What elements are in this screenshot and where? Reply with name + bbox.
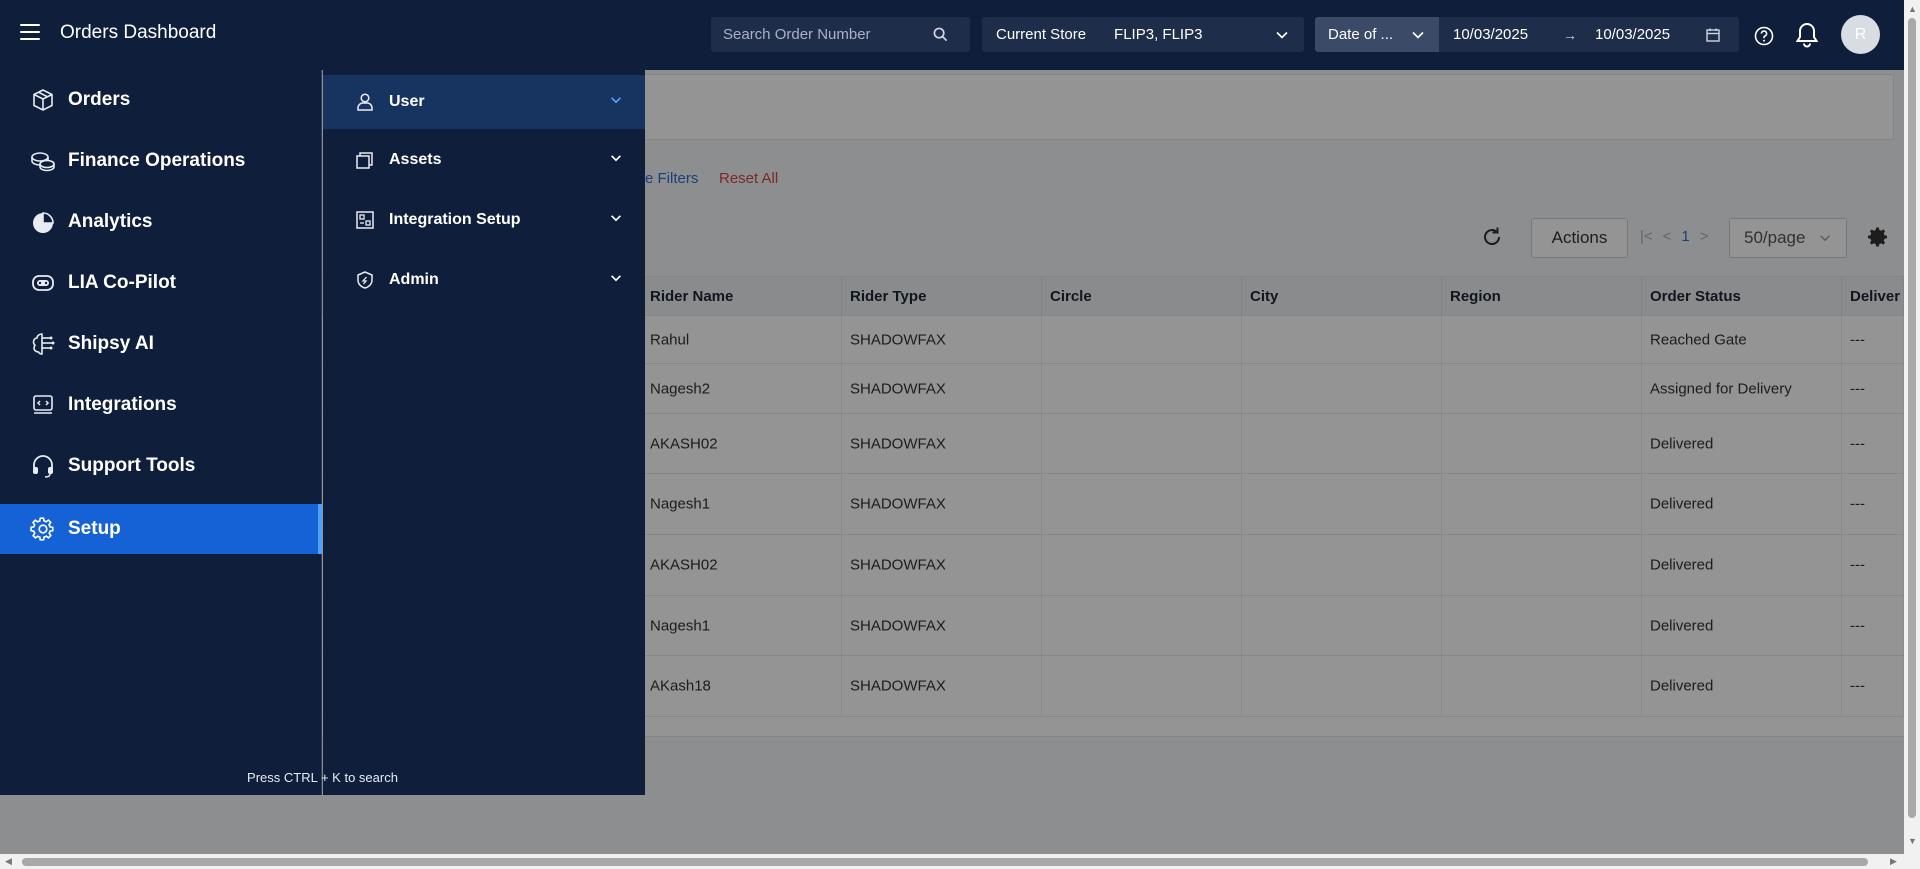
order-search[interactable] <box>711 17 970 52</box>
copilot-icon <box>30 270 56 296</box>
chevron-down-icon <box>1412 31 1424 39</box>
integrations-icon <box>30 392 56 418</box>
nav-item-integrations[interactable]: Integrations <box>0 380 322 430</box>
submenu-label: User <box>389 93 425 110</box>
submenu-item-integration-setup[interactable]: Integration Setup <box>323 193 645 247</box>
submenu-item-user[interactable]: User <box>323 75 645 129</box>
chevron-down-icon[interactable] <box>609 211 623 230</box>
date-from[interactable]: 10/03/2025 <box>1453 26 1563 43</box>
submenu-label: Assets <box>389 151 442 168</box>
date-type-selector[interactable]: Date of ... <box>1315 17 1439 52</box>
nav-item-setup[interactable]: Setup <box>0 504 322 554</box>
integration-setup-icon <box>353 208 377 232</box>
search-icon[interactable] <box>933 27 948 45</box>
coins-icon <box>30 148 56 174</box>
nav-item-lia-copilot[interactable]: LIA Co-Pilot <box>0 258 322 308</box>
user-avatar[interactable]: R <box>1841 15 1880 54</box>
scrollbar-thumb[interactable] <box>1908 18 1916 818</box>
submenu-item-admin[interactable]: Admin <box>323 253 645 307</box>
scroll-up-arrow-icon[interactable]: ▲ <box>1908 4 1917 14</box>
chevron-down-icon[interactable] <box>609 151 623 170</box>
nav-item-label: Integrations <box>68 394 177 415</box>
nav-item-shipsy-ai[interactable]: Shipsy AI <box>0 319 322 369</box>
side-navigation: Orders Finance Operations Analytics LIA … <box>0 70 322 795</box>
admin-shield-icon <box>353 268 377 292</box>
assets-icon <box>353 148 377 172</box>
headset-icon <box>30 453 56 479</box>
notification-bell-icon[interactable] <box>1795 22 1819 51</box>
nav-item-finance-operations[interactable]: Finance Operations <box>0 136 322 186</box>
search-input[interactable] <box>723 26 933 43</box>
vertical-scrollbar[interactable]: ▲ ▼ <box>1904 0 1920 869</box>
chevron-down-icon[interactable] <box>609 271 623 290</box>
nav-item-analytics[interactable]: Analytics <box>0 197 322 247</box>
nav-item-orders[interactable]: Orders <box>0 75 322 125</box>
store-value: FLIP3, FLIP3 <box>1114 26 1203 43</box>
keyboard-shortcut-hint: Press CTRL + K to search <box>247 770 398 785</box>
nav-item-label: Orders <box>68 89 131 110</box>
nav-item-label: LIA Co-Pilot <box>68 272 176 293</box>
nav-item-label: Analytics <box>68 211 153 232</box>
date-range-picker[interactable]: 10/03/2025 → 10/03/2025 <box>1439 17 1739 52</box>
store-label: Current Store <box>996 26 1087 43</box>
scroll-right-arrow-icon[interactable]: ▶ <box>1890 856 1897 867</box>
store-selector[interactable]: Current Store FLIP3, FLIP3 <box>982 17 1304 52</box>
horizontal-scrollbar[interactable]: ◀ ▶ <box>0 854 1904 869</box>
nav-item-label: Shipsy AI <box>68 333 154 354</box>
top-bar: Orders Dashboard Current Store FLIP3, FL… <box>0 0 1904 70</box>
date-to[interactable]: 10/03/2025 <box>1595 26 1705 43</box>
user-icon <box>353 90 377 114</box>
nav-item-support-tools[interactable]: Support Tools <box>0 441 322 491</box>
submenu-label: Admin <box>389 271 439 288</box>
submenu-item-assets[interactable]: Assets <box>323 133 645 187</box>
box-icon <box>30 87 56 113</box>
pie-chart-icon <box>30 209 56 235</box>
scroll-down-arrow-icon[interactable]: ▼ <box>1908 836 1917 846</box>
hamburger-menu-icon[interactable] <box>20 24 40 44</box>
scroll-left-arrow-icon[interactable]: ◀ <box>5 856 12 867</box>
gear-icon <box>30 516 56 542</box>
arrow-right-icon: → <box>1563 26 1577 43</box>
date-type-value: Date of ... <box>1328 26 1394 43</box>
scrollbar-thumb[interactable] <box>22 858 1868 866</box>
nav-item-label: Setup <box>68 518 121 539</box>
chevron-down-icon[interactable] <box>609 93 623 112</box>
submenu-label: Integration Setup <box>389 211 521 228</box>
help-icon[interactable] <box>1754 26 1774 49</box>
chevron-down-icon <box>1274 27 1290 43</box>
calendar-icon[interactable] <box>1705 27 1721 43</box>
nav-item-label: Support Tools <box>68 455 196 476</box>
ai-brain-icon <box>30 331 56 357</box>
setup-submenu: User Assets Integration Setup Admin <box>323 70 645 795</box>
nav-item-label: Finance Operations <box>68 150 246 171</box>
page-title: Orders Dashboard <box>60 22 217 43</box>
